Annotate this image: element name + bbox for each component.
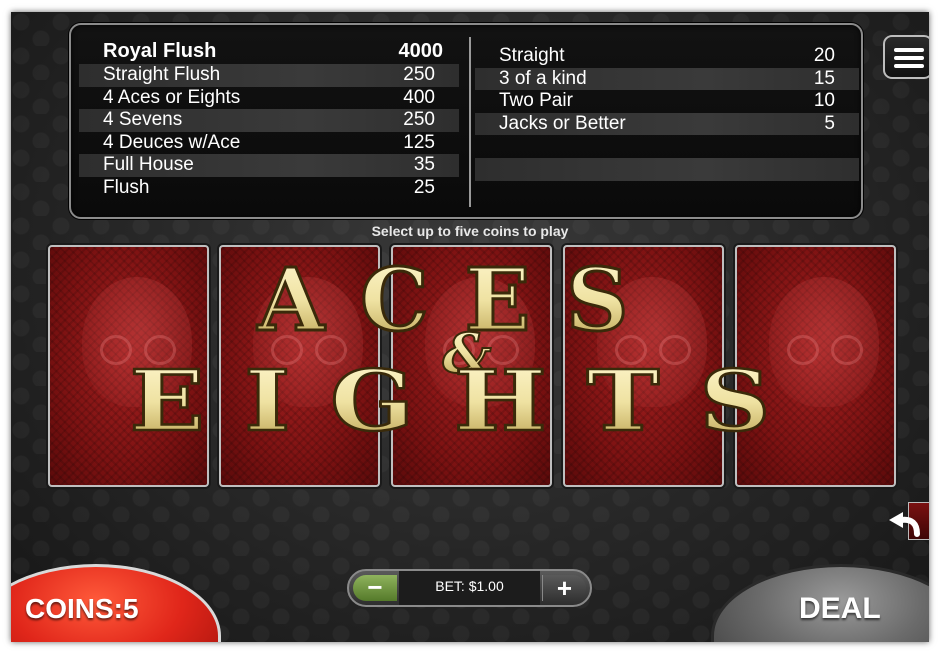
pay-row: 3 of a kind 15 [475,67,859,91]
pay-table-right-column: Straight 20 3 of a kind 15 Two Pair 10 J… [475,45,859,181]
hand-name: Flush [103,176,150,198]
pay-table-left-column: Royal Flush 4000 Straight Flush 250 4 Ac… [79,39,459,200]
payout-value: 20 [813,45,835,66]
deal-label: DEAL [799,592,881,625]
hamburger-menu-icon [894,64,924,68]
skull-emblem [597,277,707,407]
hand-name: Straight Flush [103,64,221,85]
pay-table: Royal Flush 4000 Straight Flush 250 4 Ac… [69,23,863,219]
card-slot-2[interactable] [219,245,380,487]
hamburger-menu-icon [894,48,924,52]
menu-button[interactable] [883,35,929,79]
pay-row: Royal Flush 4000 [79,39,459,64]
skull-emblem [253,277,363,407]
hamburger-menu-icon [894,56,924,60]
pay-row: Two Pair 10 [475,90,859,113]
pay-row: 4 Sevens 250 [79,109,459,132]
pay-table-divider [469,37,471,207]
payout-value: 5 [824,112,835,134]
bet-decrease-button[interactable]: − [353,574,397,601]
pay-row: Straight Flush 250 [79,64,459,87]
undo-arrow-icon[interactable] [883,500,923,540]
hand-name: Two Pair [499,90,573,112]
pay-row: Flush 25 [79,177,459,200]
payout-value: 400 [403,86,435,108]
bet-increase-button[interactable]: + [542,575,586,601]
skull-emblem [425,277,535,407]
hand-name: Full House [103,154,194,176]
hand-name: Straight [499,45,565,66]
game-screen: Royal Flush 4000 Straight Flush 250 4 Ac… [11,12,929,642]
skull-emblem [769,277,879,407]
card-slot-1[interactable] [48,245,209,487]
pay-row: Full House 35 [79,154,459,177]
hand-name: 4 Aces or Eights [103,86,241,108]
pay-row-empty [475,135,859,158]
hand-name: 3 of a kind [499,67,587,89]
payout-value: 10 [813,90,835,112]
card-slot-3[interactable] [391,245,552,487]
pay-row: Jacks or Better 5 [475,112,859,136]
hand-name: Jacks or Better [499,112,626,134]
payout-value: 35 [413,154,435,176]
hand-name: Royal Flush [103,40,217,62]
pay-row: Straight 20 [475,45,859,68]
pay-row: 4 Aces or Eights 400 [79,87,459,110]
pay-row: 4 Deuces w/Ace 125 [79,132,459,155]
coins-label: COINS:5 [25,593,139,624]
card-slot-5[interactable] [735,245,896,487]
card-slot-4[interactable] [563,245,724,487]
skull-emblem [82,277,192,407]
bet-hint-text: Select up to five coins to play [371,223,569,239]
payout-value: 25 [413,176,435,198]
pay-row-empty [475,157,859,181]
hand-name: 4 Deuces w/Ace [103,131,241,153]
payout-value: 250 [403,64,435,85]
payout-value: 125 [403,131,435,153]
payout-value: 4000 [398,40,444,62]
hand-name: 4 Sevens [103,109,183,131]
payout-value: 250 [403,109,435,131]
payout-value: 15 [813,67,835,89]
bet-amount: BET: $1.00 [399,571,540,605]
bet-control: − BET: $1.00 + [347,569,592,607]
